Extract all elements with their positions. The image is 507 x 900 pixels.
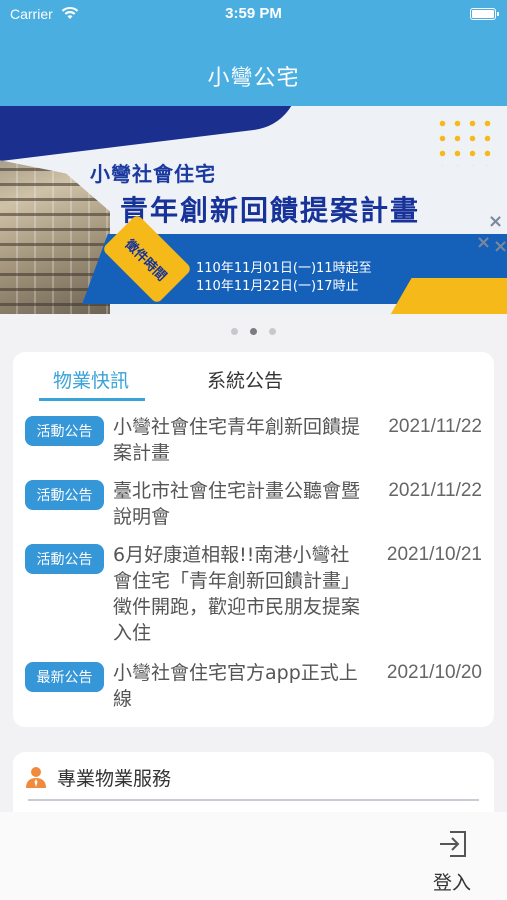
news-badge: 最新公告 <box>25 662 104 692</box>
person-icon <box>26 767 46 788</box>
cross-decoration: × <box>493 236 507 257</box>
clock: 3:59 PM <box>225 5 282 22</box>
banner-title: 青年創新回饋提案計畫 <box>120 194 421 227</box>
news-row[interactable]: 最新公告 小彎社會住宅官方app正式上線 2021/10/20 <box>13 660 494 718</box>
login-button[interactable]: 登入 <box>420 826 484 896</box>
news-title: 小彎社會住宅青年創新回饋提案計畫 <box>113 416 361 464</box>
banner-carousel[interactable]: 小彎社會住宅 青年創新回饋提案計畫 徵件時間 110年11月01日(一)11時起… <box>0 106 507 314</box>
news-row[interactable]: 活動公告 6月好康道相報!!南港小彎社會住宅「青年創新回饋計畫」徵件開跑，歡迎市… <box>13 542 494 652</box>
news-title: 6月好康道相報!!南港小彎社會住宅「青年創新回饋計畫」徵件開跑，歡迎市民朋友提案… <box>113 544 361 644</box>
banner-date-start: 110年11月01日(一)11時起至 <box>196 261 372 276</box>
cross-decoration: × <box>476 232 492 253</box>
login-label: 登入 <box>432 872 471 894</box>
news-date: 2021/11/22 <box>388 480 482 501</box>
tab-property-news[interactable]: 物業快訊 <box>53 366 129 393</box>
news-badge: 活動公告 <box>25 544 104 574</box>
header: Carrier 3:59 PM 小彎公宅 <box>0 0 507 106</box>
page-title: 小彎公宅 <box>207 66 300 91</box>
page-dot[interactable] <box>231 328 238 335</box>
news-row[interactable]: 活動公告 小彎社會住宅青年創新回饋提案計畫 2021/11/22 <box>13 414 494 472</box>
bottom-bar: 登入 <box>0 812 507 900</box>
news-badge: 活動公告 <box>25 480 104 510</box>
tab-system-announcements[interactable]: 系統公告 <box>207 366 283 393</box>
news-badge: 活動公告 <box>25 416 104 446</box>
cross-decoration: × <box>488 211 504 232</box>
news-date: 2021/10/21 <box>386 544 482 565</box>
news-title: 臺北市社會住宅計畫公聽會暨說明會 <box>113 480 361 528</box>
banner-dots-decoration <box>435 116 495 166</box>
news-title: 小彎社會住宅官方app正式上線 <box>113 662 358 710</box>
login-icon <box>440 831 466 857</box>
news-date: 2021/11/22 <box>388 416 482 437</box>
news-row[interactable]: 活動公告 臺北市社會住宅計畫公聽會暨說明會 2021/11/22 <box>13 478 494 536</box>
services-title: 專業物業服務 <box>57 768 172 790</box>
news-date: 2021/10/20 <box>386 662 482 683</box>
page-dot[interactable] <box>269 328 276 335</box>
page-dot-active[interactable] <box>250 328 257 335</box>
status-bar: Carrier 3:59 PM <box>0 0 507 30</box>
banner-subtitle: 小彎社會住宅 <box>90 162 216 186</box>
carousel-page-indicator[interactable] <box>0 320 507 339</box>
news-card: 物業快訊 系統公告 活動公告 小彎社會住宅青年創新回饋提案計畫 2021/11/… <box>13 352 494 727</box>
banner-date-end: 110年11月22日(一)17時止 <box>196 279 359 294</box>
divider <box>28 799 479 801</box>
tab-underline <box>39 398 145 401</box>
battery-icon <box>470 8 499 20</box>
